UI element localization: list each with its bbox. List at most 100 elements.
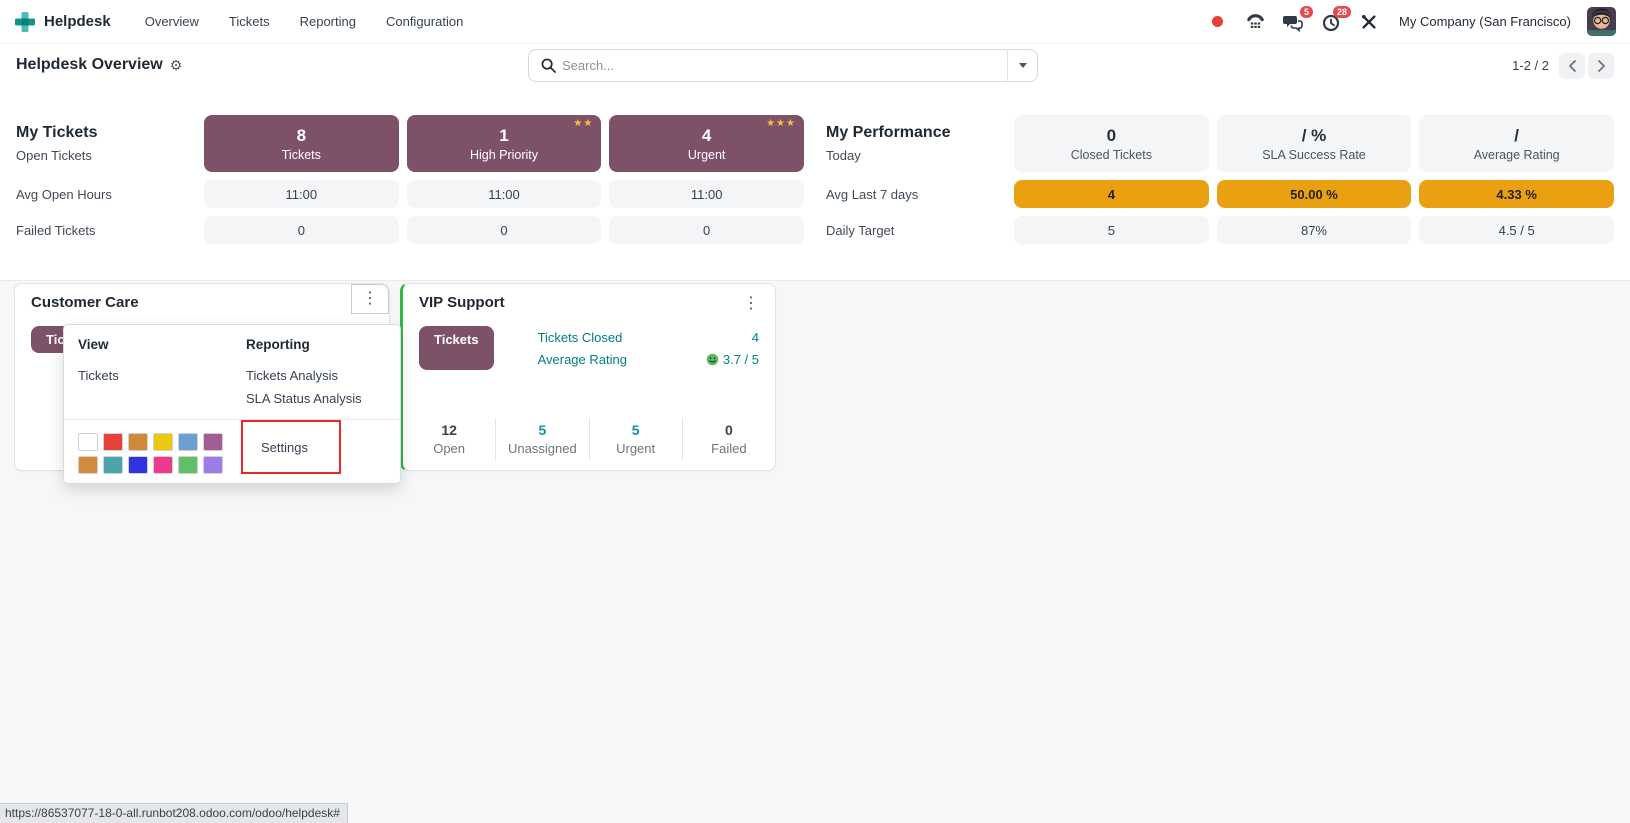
kanban-card-menu: View Tickets Reporting Tickets Analysis … xyxy=(63,324,401,484)
customer-care-kebab-button[interactable]: ⋮ xyxy=(351,284,389,314)
tile-value: 8 xyxy=(297,126,306,146)
daily-target-sla: 87% xyxy=(1217,216,1412,244)
kanban-area: Customer Care ⋮ Tickets View Tickets Rep… xyxy=(0,281,1630,823)
search-icon xyxy=(529,58,562,73)
color-swatch-magenta[interactable] xyxy=(153,456,173,474)
failed-tickets-value: 0 xyxy=(609,216,804,244)
pager-next-button[interactable] xyxy=(1588,53,1614,79)
average-rating-value: 3.7 / 5 xyxy=(723,352,759,367)
menu-tickets[interactable]: Tickets xyxy=(217,7,282,36)
failed-tickets-label: Failed Tickets xyxy=(16,216,196,244)
tile-label: Closed Tickets xyxy=(1071,148,1152,162)
stat-label: Unassigned xyxy=(496,441,588,456)
customer-care-title: Customer Care xyxy=(31,294,139,311)
link-status-url: https://86537077-18-0-all.runbot208.odoo… xyxy=(0,803,348,823)
vip-tickets-button[interactable]: Tickets xyxy=(419,326,494,370)
search-options-toggle[interactable] xyxy=(1007,50,1037,81)
color-swatch-green[interactable] xyxy=(178,456,198,474)
menu-item-tickets[interactable]: Tickets xyxy=(78,364,218,387)
search-bar xyxy=(528,49,1038,82)
tile-label: Average Rating xyxy=(1474,148,1560,162)
recording-indicator-icon[interactable] xyxy=(1203,8,1231,36)
tickets-count-tile[interactable]: 8 Tickets xyxy=(204,115,399,172)
systray: 5 28 My Company (San Francisco) xyxy=(1203,7,1616,36)
color-swatch-brown[interactable] xyxy=(78,456,98,474)
debug-tools-button[interactable] xyxy=(1355,8,1383,36)
avg-rating-7days-value[interactable]: 4.33 % xyxy=(1419,180,1614,208)
page-title: Helpdesk Overview xyxy=(16,56,163,74)
avg-last-7-days-label: Avg Last 7 days xyxy=(826,180,1006,208)
activities-button[interactable]: 28 xyxy=(1317,8,1345,36)
vip-stats-row: 12 Open 5 Unassigned 5 Urgent 0 Failed xyxy=(403,418,775,460)
daily-target-closed: 5 xyxy=(1014,216,1209,244)
high-priority-tile[interactable]: ★★ 1 High Priority xyxy=(407,115,602,172)
menu-item-settings[interactable]: Settings xyxy=(243,440,308,455)
activities-badge: 28 xyxy=(1333,6,1351,19)
main-menu: Overview Tickets Reporting Configuration xyxy=(133,7,476,36)
my-performance-title: My Performance xyxy=(826,124,1006,142)
avg-open-hours-value: 11:00 xyxy=(609,180,804,208)
menu-item-tickets-analysis[interactable]: Tickets Analysis xyxy=(246,364,386,387)
stat-value: 5 xyxy=(590,422,682,438)
menu-reporting-heading: Reporting xyxy=(246,337,386,352)
helpdesk-logo-icon xyxy=(14,11,36,33)
menu-reporting[interactable]: Reporting xyxy=(288,7,368,36)
menu-divider xyxy=(64,419,400,420)
messages-button[interactable]: 5 xyxy=(1279,8,1307,36)
stat-value: 5 xyxy=(496,422,588,438)
color-swatch-red[interactable] xyxy=(103,433,123,451)
color-swatch-indigo[interactable] xyxy=(128,456,148,474)
stat-unassigned[interactable]: 5 Unassigned xyxy=(495,418,588,460)
daily-target-rating: 4.5 / 5 xyxy=(1419,216,1614,244)
tools-icon xyxy=(1360,13,1378,31)
color-swatch-yellow[interactable] xyxy=(153,433,173,451)
stat-label: Urgent xyxy=(590,441,682,456)
menu-overview[interactable]: Overview xyxy=(133,7,211,36)
menu-configuration[interactable]: Configuration xyxy=(374,7,475,36)
pager-value[interactable]: 1-2 / 2 xyxy=(1512,58,1549,73)
my-performance-group: My Performance Today 0 Closed Tickets / … xyxy=(826,115,1614,244)
avg-open-hours-value: 11:00 xyxy=(407,180,602,208)
tile-label: Tickets xyxy=(282,148,321,162)
average-rating-label: Average Rating xyxy=(538,352,627,367)
tickets-closed-row[interactable]: Tickets Closed 4 xyxy=(538,326,759,348)
control-panel: Helpdesk Overview ⚙ 1-2 / 2 xyxy=(0,44,1630,86)
color-swatch-white[interactable] xyxy=(78,433,98,451)
tile-label: SLA Success Rate xyxy=(1262,148,1366,162)
color-swatch-violet[interactable] xyxy=(203,456,223,474)
pager-previous-button[interactable] xyxy=(1559,53,1585,79)
menu-item-sla-status-analysis[interactable]: SLA Status Analysis xyxy=(246,387,386,410)
smiley-icon xyxy=(706,353,719,366)
vip-support-kebab-button[interactable]: ⋮ xyxy=(735,294,767,314)
user-avatar[interactable] xyxy=(1587,7,1616,36)
search-input[interactable] xyxy=(562,58,1007,73)
avg-closed-7days-value[interactable]: 4 xyxy=(1014,180,1209,208)
stat-open[interactable]: 12 Open xyxy=(403,418,495,460)
average-rating-row[interactable]: Average Rating 3.7 / 5 xyxy=(538,348,759,370)
tile-value: / xyxy=(1514,126,1519,146)
company-switcher[interactable]: My Company (San Francisco) xyxy=(1393,14,1577,29)
color-swatch-blue[interactable] xyxy=(178,433,198,451)
stat-failed[interactable]: 0 Failed xyxy=(682,418,775,460)
tile-value: 0 xyxy=(1107,126,1116,146)
chevron-left-icon xyxy=(1568,60,1577,72)
avg-sla-7days-value[interactable]: 50.00 % xyxy=(1217,180,1412,208)
color-swatch-orange[interactable] xyxy=(128,433,148,451)
messages-badge: 5 xyxy=(1300,6,1313,19)
phone-icon xyxy=(1246,12,1265,31)
color-swatch-teal[interactable] xyxy=(103,456,123,474)
color-picker xyxy=(78,433,223,474)
color-swatch-purple[interactable] xyxy=(203,433,223,451)
menu-view-heading: View xyxy=(78,337,218,352)
tile-value: 1 xyxy=(499,126,508,146)
average-rating-tile: / Average Rating xyxy=(1419,115,1614,172)
app-switcher[interactable]: Helpdesk xyxy=(14,11,111,33)
chevron-right-icon xyxy=(1597,60,1606,72)
urgent-tile[interactable]: ★★★ 4 Urgent xyxy=(609,115,804,172)
settings-annotation-box: Settings xyxy=(241,420,341,474)
stat-urgent[interactable]: 5 Urgent xyxy=(589,418,682,460)
gear-icon[interactable]: ⚙ xyxy=(170,57,183,74)
closed-tickets-tile: 0 Closed Tickets xyxy=(1014,115,1209,172)
tickets-closed-label: Tickets Closed xyxy=(538,330,623,345)
voip-phone-icon[interactable] xyxy=(1241,8,1269,36)
